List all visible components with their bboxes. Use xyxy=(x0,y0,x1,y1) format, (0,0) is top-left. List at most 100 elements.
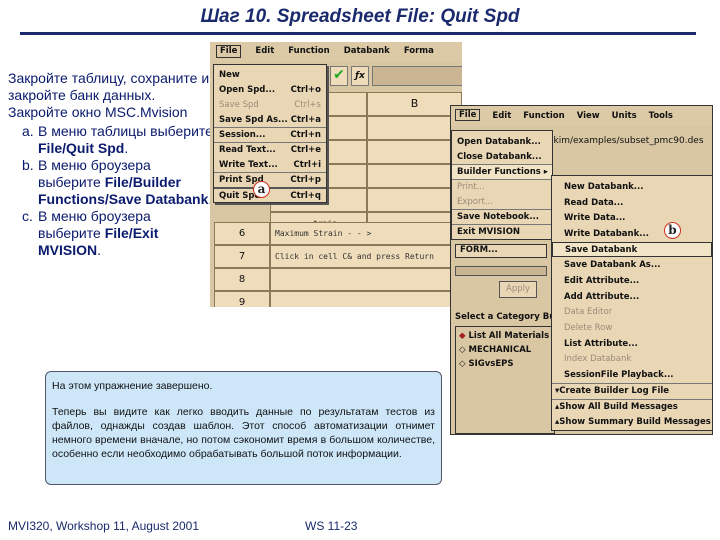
submenu-item[interactable]: Data Editor xyxy=(552,305,712,321)
submenu-item[interactable]: Read Data... xyxy=(552,195,712,211)
menu-item-print-spd[interactable]: Print Spd Ctrl+p xyxy=(214,172,326,187)
menu-file[interactable]: File xyxy=(455,109,481,121)
menu-databank[interactable]: Databank xyxy=(344,46,390,58)
slider[interactable] xyxy=(455,266,547,276)
callout-b: b xyxy=(664,222,681,239)
cell[interactable] xyxy=(367,188,462,212)
menu-file[interactable]: File xyxy=(216,45,242,58)
menu-item-write-text[interactable]: Write Text... Ctrl+i xyxy=(214,157,326,172)
menu-item-shortcut: Ctrl+o xyxy=(290,84,321,95)
menu-item-save-spd-as[interactable]: Save Spd As... Ctrl+a xyxy=(214,112,326,127)
menu-item-shortcut: Ctrl+n xyxy=(290,130,321,140)
completion-note: На этом упражнение завершено. Теперь вы … xyxy=(45,371,442,485)
form-field[interactable]: FORM... xyxy=(455,244,547,258)
cell[interactable]: Click in cell C& and press Return xyxy=(270,245,462,268)
submenu-item[interactable]: ▾ Create Builder Log File xyxy=(552,382,712,399)
submenu-item[interactable]: Index Databank xyxy=(552,352,712,368)
mvision-file-menu: Open Databank... Close Databank... Build… xyxy=(451,130,553,240)
menu-item-label: Edit Attribute... xyxy=(564,275,640,286)
menu-item-shortcut: Ctrl+i xyxy=(293,159,321,170)
submenu-item[interactable]: New Databank... xyxy=(552,179,712,195)
row-header[interactable]: 6 xyxy=(214,222,270,245)
submenu-item[interactable]: ▴ Show All Build Messages xyxy=(552,398,712,415)
menu-item-label: Show All Build Messages xyxy=(559,401,678,412)
submenu-item[interactable]: SessionFile Playback... xyxy=(552,367,712,383)
menu-item-label: List Attribute... xyxy=(564,338,638,349)
menu-item-open-databank[interactable]: Open Databank... xyxy=(452,134,552,149)
menu-format[interactable]: Forma xyxy=(404,46,434,58)
step-tail: . xyxy=(124,140,129,156)
menu-item-builder-functions[interactable]: Builder Functions ▸ xyxy=(452,164,552,179)
submenu-item[interactable]: Save Databank As... xyxy=(552,257,712,273)
cell[interactable] xyxy=(270,268,462,291)
submenu-item[interactable]: Add Attribute... xyxy=(552,289,712,305)
submenu-item[interactable]: List Attribute... xyxy=(552,336,712,352)
menu-item-label: Export... xyxy=(457,196,493,207)
row-header[interactable]: 8 xyxy=(214,268,270,291)
menu-item-label: Save Notebook... xyxy=(457,212,540,222)
menu-function[interactable]: Function xyxy=(288,46,329,58)
slide-title: Шаг 10. Spreadsheet File: Quit Spd xyxy=(200,6,520,27)
menu-item-label: Save Databank xyxy=(565,244,638,255)
row-header[interactable]: 9 xyxy=(214,291,270,307)
menu-item-shortcut: Ctrl+a xyxy=(290,114,321,125)
menu-item-label: Builder Functions ▸ xyxy=(457,167,549,177)
menu-item-label: Write Data... xyxy=(564,213,626,224)
menu-item-quit-spd[interactable]: Quit Spd Ctrl+q xyxy=(214,187,326,202)
submenu-item[interactable]: Save Databank xyxy=(552,241,712,258)
cell[interactable] xyxy=(367,140,462,164)
menu-item-shortcut: Ctrl+s xyxy=(294,99,321,110)
menu-item-shortcut: Ctrl+e xyxy=(290,145,321,155)
menu-item-read-text[interactable]: Read Text... Ctrl+e xyxy=(214,142,326,157)
menu-item-session[interactable]: Session... Ctrl+n xyxy=(214,127,326,142)
menu-view[interactable]: View xyxy=(577,111,600,121)
menu-function[interactable]: Function xyxy=(523,111,564,121)
submenu-item[interactable]: Write Databank... xyxy=(552,226,712,242)
column-header-b[interactable]: B xyxy=(367,92,462,116)
menu-edit[interactable]: Edit xyxy=(255,46,274,58)
category-option[interactable]: ◇ SIGvsEPS xyxy=(456,355,554,373)
menu-item-new[interactable]: New xyxy=(214,67,326,82)
step-path: File/Quit Spd xyxy=(38,140,125,156)
step-c: c. В меню броузера выберите File/Exit MVI… xyxy=(22,208,213,259)
menu-item-label: Show Summary Build Messages xyxy=(559,417,711,428)
step-a: a. В меню таблицы выберите File/Quit Spd. xyxy=(22,123,213,157)
cell[interactable] xyxy=(367,164,462,188)
cell[interactable] xyxy=(270,291,462,307)
function-icon[interactable]: ƒx xyxy=(351,66,369,86)
submenu-item[interactable]: Edit Attribute... xyxy=(552,273,712,289)
apply-button[interactable]: Apply xyxy=(499,281,537,298)
menu-item-label: Create Builder Log File xyxy=(559,386,670,397)
cell[interactable]: Maximum Strain - - > xyxy=(270,222,462,245)
accept-icon[interactable]: ✔ xyxy=(330,66,348,86)
menu-item-label: Read Data... xyxy=(564,197,624,208)
menu-item-label: Read Text... xyxy=(219,145,276,155)
cell[interactable] xyxy=(367,116,462,140)
submenu-item[interactable]: ▴ Show Summary Build Messages xyxy=(552,414,712,430)
menu-item-print[interactable]: Print... xyxy=(452,179,552,194)
menu-units[interactable]: Units xyxy=(612,111,637,121)
menu-item-save-spd[interactable]: Save Spd Ctrl+s xyxy=(214,97,326,112)
submenu-item[interactable]: Delete Row xyxy=(552,320,712,336)
menu-item-close-databank[interactable]: Close Databank... xyxy=(452,149,552,164)
category-option-label: SIGvsEPS xyxy=(468,359,514,369)
spreadsheet-menubar: File Edit Function Databank Forma xyxy=(210,42,462,62)
menu-item-export[interactable]: Export... xyxy=(452,194,552,209)
menu-item-exit-mvision[interactable]: Exit MVISION xyxy=(452,224,552,239)
menu-edit[interactable]: Edit xyxy=(492,111,511,121)
menu-tools[interactable]: Tools xyxy=(649,111,673,121)
menu-item-save-notebook[interactable]: Save Notebook... xyxy=(452,209,552,224)
menu-item-open-spd[interactable]: Open Spd... Ctrl+o xyxy=(214,82,326,97)
formula-input[interactable] xyxy=(372,66,462,86)
row-header[interactable]: 7 xyxy=(214,245,270,268)
category-option-label: MECHANICAL xyxy=(468,345,532,355)
menu-item-label: Save Spd xyxy=(219,99,259,110)
submenu-item[interactable]: Write Data... xyxy=(552,210,712,226)
category-option[interactable]: ◇ MECHANICAL xyxy=(456,345,554,355)
menu-item-label: New xyxy=(219,69,240,80)
category-option-label: List All Materials xyxy=(468,331,550,341)
databank-path: jkim/examples/subset_pmc90.des xyxy=(551,136,704,146)
menu-item-label: Save Databank As... xyxy=(564,260,661,271)
category-option[interactable]: ◆ List All Materials xyxy=(456,327,554,345)
menu-item-shortcut: Ctrl+p xyxy=(290,175,321,185)
